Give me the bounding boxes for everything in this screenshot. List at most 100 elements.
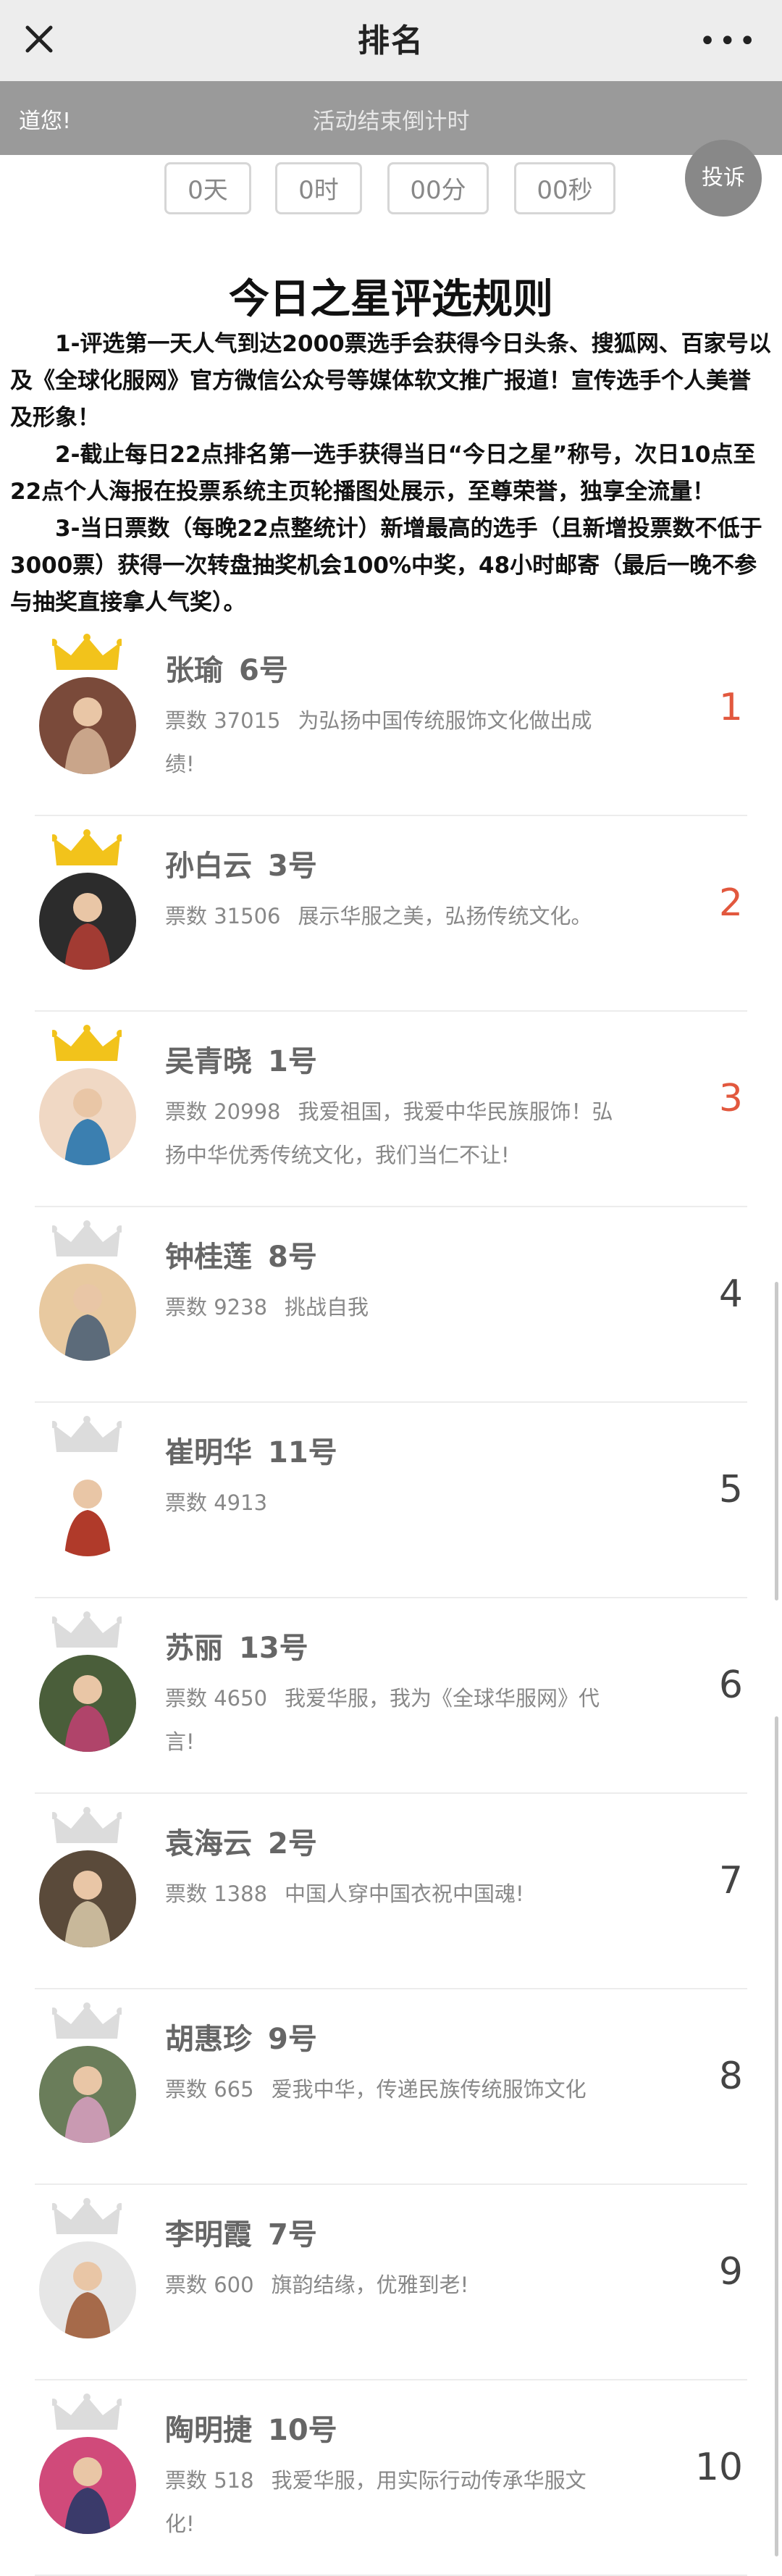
report-button[interactable]: 投诉 bbox=[685, 140, 762, 217]
contestant-number: 11号 bbox=[268, 1436, 337, 1469]
vote-count: 票数 4650 bbox=[165, 1686, 268, 1711]
crown-icon bbox=[52, 2002, 122, 2039]
rank-number: 9 bbox=[718, 2250, 743, 2294]
avatar[interactable] bbox=[39, 873, 136, 970]
ranking-item[interactable]: 苏丽 13号 票数 4650 我爱华服，我为《全球华服网》代言! 6 bbox=[35, 1597, 747, 1794]
contestant-number: 8号 bbox=[268, 1241, 317, 1274]
contestant-name: 钟桂莲 8号 bbox=[165, 1233, 317, 1275]
contestant-description: 票数 518 我爱华服，用实际行动传承华服文化! bbox=[165, 2459, 614, 2546]
ranking-item[interactable]: 崔明华 11号 票数 4913 5 bbox=[35, 1401, 747, 1598]
ranking-item[interactable]: 钟桂莲 8号 票数 9238 挑战自我 4 bbox=[35, 1206, 747, 1403]
slogan-text: 展示华服之美，弘扬传统文化。 bbox=[298, 904, 592, 928]
vote-count: 票数 518 bbox=[165, 2468, 254, 2493]
crown-icon bbox=[52, 829, 122, 865]
contestant-number: 13号 bbox=[239, 1632, 308, 1665]
avatar[interactable] bbox=[39, 677, 136, 774]
more-icon[interactable]: ••• bbox=[699, 25, 759, 58]
contestant-name: 苏丽 13号 bbox=[165, 1624, 308, 1666]
contestant-name-text: 陶明捷 bbox=[165, 2414, 252, 2447]
contestant-description: 票数 9238 挑战自我 bbox=[165, 1285, 614, 1329]
contestant-name: 张瑜 6号 bbox=[165, 647, 288, 689]
ranking-item[interactable]: 张瑜 6号 票数 37015 为弘扬中国传统服饰文化做出成绩! 1 bbox=[35, 619, 747, 816]
contestant-number: 7号 bbox=[268, 2218, 317, 2252]
page-title: 排名 bbox=[358, 22, 424, 59]
contestant-name-text: 孙白云 bbox=[165, 849, 252, 883]
contestant-name-text: 钟桂莲 bbox=[165, 1241, 252, 1274]
contestant-name: 陶明捷 10号 bbox=[165, 2407, 337, 2449]
contestant-number: 10号 bbox=[268, 2414, 337, 2447]
avatar[interactable] bbox=[39, 1264, 136, 1361]
crown-icon bbox=[52, 2394, 122, 2430]
ranking-item[interactable]: 孙白云 3号票数 31506 展示华服之美，弘扬传统文化。 2 bbox=[35, 815, 747, 1012]
rule-item: 2-截止每日22点排名第一选手获得当日“今日之星”称号，次日10点至22点个人海… bbox=[10, 442, 756, 505]
rule-item: 1-评选第一天人气到达2000票选手会获得今日头条、搜狐网、百家号以及《全球化服… bbox=[10, 331, 771, 431]
ranking-item[interactable]: 吴青晓 1号票数 20998 我爱祖国，我爱中华民族服饰！弘扬中华优秀传统文化，我们… bbox=[35, 1010, 747, 1207]
avatar[interactable] bbox=[39, 1068, 136, 1165]
rank-number: 10 bbox=[694, 2446, 743, 2489]
countdown-days: 0天 bbox=[164, 162, 251, 214]
contestant-name: 崔明华 11号 bbox=[165, 1429, 337, 1471]
avatar[interactable] bbox=[39, 2046, 136, 2143]
rank-number: 8 bbox=[718, 2055, 743, 2098]
notice-bar: 道您! 活动结束倒计时 bbox=[0, 81, 782, 155]
ranking-item[interactable]: 李明霞 7号 票数 600 旗韵结缘，优雅到老! 9 bbox=[35, 2183, 747, 2380]
crown-icon bbox=[52, 1220, 122, 1256]
vote-count: 票数 9238 bbox=[165, 1295, 268, 1320]
rank-number: 2 bbox=[718, 881, 743, 925]
contestant-name: 吴青晓 1号 bbox=[165, 1038, 317, 1080]
contestant-name-text: 吴青晓 bbox=[165, 1045, 252, 1078]
contestant-name-text: 崔明华 bbox=[165, 1436, 252, 1469]
scrollbar[interactable] bbox=[775, 1282, 778, 1600]
contestant-name-text: 苏丽 bbox=[165, 1632, 223, 1665]
vote-count: 票数 37015 bbox=[165, 708, 281, 733]
top-bar: 排名 ••• bbox=[0, 0, 782, 81]
contestant-name: 袁海云 2号 bbox=[165, 1820, 317, 1862]
ranking-item[interactable]: 袁海云 2号 票数 1388 中国人穿中国衣祝中国魂! 7 bbox=[35, 1792, 747, 1989]
slogan-text: 挑战自我 bbox=[285, 1295, 369, 1320]
crown-icon bbox=[52, 1416, 122, 1452]
avatar[interactable] bbox=[39, 2241, 136, 2338]
contestant-description: 票数 1388 中国人穿中国衣祝中国魂! bbox=[165, 1872, 614, 1916]
slogan-text: 旗韵结缘，优雅到老! bbox=[271, 2273, 469, 2297]
contestant-description: 票数 600 旗韵结缘，优雅到老! bbox=[165, 2263, 614, 2307]
countdown-hours: 0时 bbox=[275, 162, 362, 214]
vote-count: 票数 31506 bbox=[165, 904, 281, 928]
contestant-number: 3号 bbox=[268, 849, 317, 883]
countdown-seconds: 00秒 bbox=[514, 162, 615, 214]
avatar[interactable] bbox=[39, 1850, 136, 1947]
avatar[interactable] bbox=[39, 2437, 136, 2534]
rank-number: 7 bbox=[718, 1859, 743, 1902]
ranking-item[interactable]: 胡惠珍 9号票数 665 爱我中华，传递民族传统服饰文化 8 bbox=[35, 1988, 747, 2185]
rules-title: 今日之星评选规则 bbox=[229, 276, 553, 323]
contestant-description: 票数 4913 bbox=[165, 1481, 614, 1524]
rank-number: 1 bbox=[718, 686, 743, 729]
vote-count: 票数 1388 bbox=[165, 1881, 268, 1906]
countdown-label: 活动结束倒计时 bbox=[312, 109, 470, 135]
contestant-name-text: 李明霞 bbox=[165, 2218, 252, 2252]
rank-number: 4 bbox=[718, 1272, 743, 1316]
contestant-description: 票数 20998 我爱祖国，我爱中华民族服饰！弘扬中华优秀传统文化，我们当仁不让! bbox=[165, 1090, 614, 1177]
avatar[interactable] bbox=[39, 1655, 136, 1752]
contestant-number: 1号 bbox=[268, 1045, 317, 1078]
rules-text: 1-评选第一天人气到达2000票选手会获得今日头条、搜狐网、百家号以及《全球化服… bbox=[10, 326, 772, 621]
contestant-name-text: 袁海云 bbox=[165, 1827, 252, 1860]
rank-number: 5 bbox=[718, 1468, 743, 1511]
contestant-name: 胡惠珍 9号 bbox=[165, 2015, 317, 2057]
crown-icon bbox=[52, 2198, 122, 2234]
slogan-text: 爱我中华，传递民族传统服饰文化 bbox=[271, 2077, 586, 2102]
contestant-name-text: 张瑜 bbox=[165, 654, 223, 687]
avatar[interactable] bbox=[39, 1459, 136, 1556]
crown-icon bbox=[52, 1025, 122, 1061]
contestant-name-text: 胡惠珍 bbox=[165, 2023, 252, 2056]
rule-item: 3-当日票数（每晚22点整统计）新增最高的选手（且新增投票数不低于3000票）获… bbox=[10, 516, 762, 616]
contestant-number: 6号 bbox=[239, 654, 288, 687]
vote-count: 票数 665 bbox=[165, 2077, 254, 2102]
slogan-text: 中国人穿中国衣祝中国魂! bbox=[285, 1881, 524, 1906]
contestant-number: 2号 bbox=[268, 1827, 317, 1860]
contestant-name: 孙白云 3号 bbox=[165, 842, 317, 884]
ranking-item[interactable]: 陶明捷 10号票数 518 我爱华服，用实际行动传承华服文化! 10 bbox=[35, 2379, 747, 2576]
vote-count: 票数 600 bbox=[165, 2273, 254, 2297]
contestant-description: 票数 4650 我爱华服，我为《全球华服网》代言! bbox=[165, 1677, 614, 1763]
vote-count: 票数 4913 bbox=[165, 1490, 268, 1515]
rank-number: 3 bbox=[718, 1077, 743, 1120]
